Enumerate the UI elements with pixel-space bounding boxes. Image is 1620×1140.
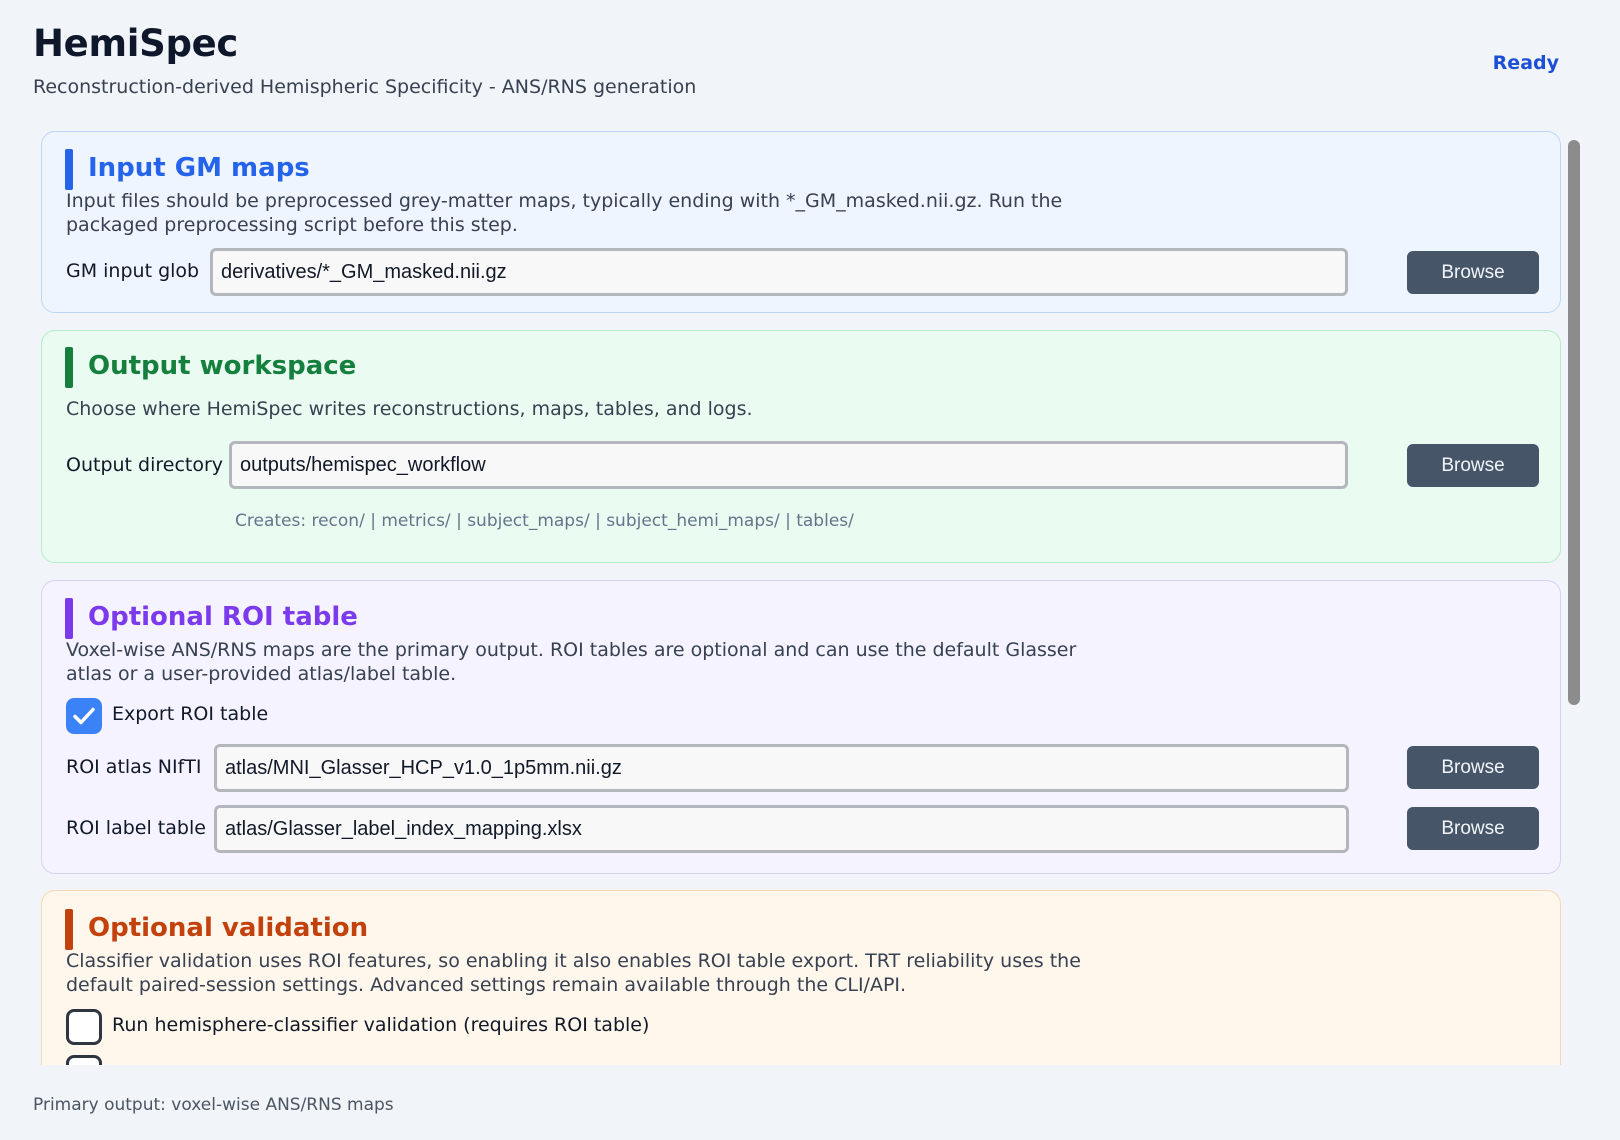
roi-atlas-browse-button[interactable]: Browse (1407, 746, 1539, 789)
section-description: Voxel-wise ANS/RNS maps are the primary … (66, 639, 1077, 685)
section-accent-bar (65, 909, 73, 950)
optional-roi-table-card: Optional ROI table Voxel-wise ANS/RNS ma… (41, 580, 1561, 874)
vertical-scrollbar-thumb[interactable] (1568, 140, 1580, 705)
output-workspace-card: Output workspace Choose where HemiSpec w… (41, 330, 1561, 563)
roi-label-table-label: ROI label table (66, 817, 206, 839)
section-description: Choose where HemiSpec writes reconstruct… (66, 398, 753, 420)
output-creates-hint: Creates: recon/ | metrics/ | subject_map… (235, 511, 854, 531)
classifier-validation-checkbox[interactable] (66, 1009, 102, 1045)
section-title: Optional ROI table (88, 602, 358, 632)
checkmark-icon (73, 707, 95, 725)
output-directory-field[interactable] (229, 441, 1348, 489)
section-accent-bar (65, 347, 73, 388)
roi-label-table-browse-button[interactable]: Browse (1407, 807, 1539, 850)
gm-input-glob-field[interactable] (210, 248, 1348, 296)
output-directory-browse-button[interactable]: Browse (1407, 444, 1539, 487)
classifier-validation-label[interactable]: Run hemisphere-classifier validation (re… (112, 1014, 649, 1036)
trt-reliability-checkbox[interactable] (66, 1055, 102, 1065)
section-accent-bar (65, 149, 73, 190)
section-title: Output workspace (88, 351, 357, 381)
header: HemiSpec Reconstruction-derived Hemisphe… (33, 18, 1593, 108)
footer-status-text: Primary output: voxel-wise ANS/RNS maps (33, 1095, 394, 1115)
roi-atlas-field[interactable] (214, 744, 1349, 792)
optional-validation-card: Optional validation Classifier validatio… (41, 890, 1561, 1065)
status-indicator: Ready (1492, 52, 1559, 74)
roi-label-table-field[interactable] (214, 805, 1349, 853)
section-title: Optional validation (88, 913, 369, 943)
settings-scroll-area[interactable]: Input GM maps Input files should be prep… (41, 130, 1561, 1065)
export-roi-table-checkbox[interactable] (66, 698, 102, 734)
hemispec-window: HemiSpec Reconstruction-derived Hemisphe… (0, 0, 1620, 1140)
gm-input-browse-button[interactable]: Browse (1407, 251, 1539, 294)
app-subtitle: Reconstruction-derived Hemispheric Speci… (33, 76, 697, 98)
input-gm-maps-card: Input GM maps Input files should be prep… (41, 131, 1561, 313)
section-description: Classifier validation uses ROI features,… (66, 950, 1081, 996)
roi-atlas-label: ROI atlas NIfTI (66, 756, 202, 778)
app-title: HemiSpec (33, 22, 239, 65)
output-directory-label: Output directory (66, 454, 224, 476)
section-description: Input files should be preprocessed grey-… (66, 190, 1063, 236)
section-accent-bar (65, 598, 73, 639)
section-title: Input GM maps (88, 153, 310, 183)
gm-input-glob-label: GM input glob (66, 260, 200, 282)
export-roi-table-label[interactable]: Export ROI table (112, 703, 268, 725)
